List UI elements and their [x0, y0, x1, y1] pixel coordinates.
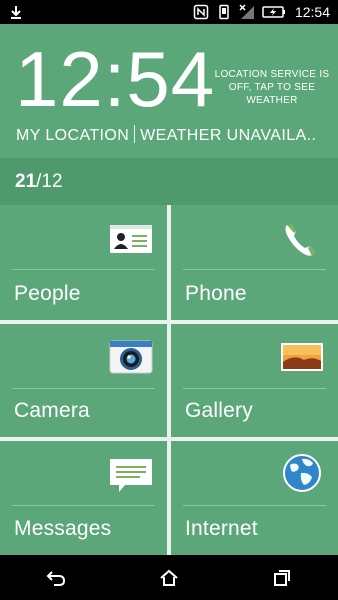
tile-phone[interactable]: Phone — [171, 205, 338, 320]
gallery-icon — [281, 343, 323, 371]
battery-charging-icon — [262, 6, 285, 18]
message-icon — [110, 459, 152, 492]
vibrate-icon — [219, 4, 229, 20]
back-icon — [46, 570, 66, 586]
app-grid: People Phone Camera Gallery Messages Int… — [0, 205, 338, 555]
tile-label: Messages — [14, 517, 112, 540]
tile-label: Camera — [14, 399, 90, 422]
tile-camera[interactable]: Camera — [0, 324, 167, 437]
date-day: 21 — [15, 170, 37, 192]
date-bar: 21/12 — [0, 158, 338, 205]
home-button[interactable] — [139, 555, 199, 600]
home-icon — [160, 569, 178, 586]
tile-divider — [12, 269, 155, 270]
no-signal-icon — [239, 4, 254, 19]
camera-icon — [109, 340, 153, 374]
location-weather-line[interactable]: MY LOCATION WEATHER UNAVAILA.. — [16, 125, 326, 145]
navigation-bar — [0, 555, 338, 600]
tile-gallery[interactable]: Gallery — [171, 324, 338, 437]
tile-divider — [12, 388, 155, 389]
tile-divider — [12, 505, 155, 506]
status-bar: 12:54 — [0, 0, 338, 24]
globe-icon — [283, 454, 321, 492]
tile-divider — [183, 388, 326, 389]
recents-button[interactable] — [252, 555, 312, 600]
clock-display: 12:54 — [15, 35, 216, 123]
location-service-message[interactable]: LOCATION SERVICE IS OFF, TAP TO SEE WEAT… — [212, 68, 332, 107]
phone-icon — [285, 224, 315, 256]
recents-icon — [273, 569, 290, 586]
location-separator — [134, 125, 136, 143]
tile-people[interactable]: People — [0, 205, 167, 320]
back-button[interactable] — [26, 555, 86, 600]
tile-internet[interactable]: Internet — [171, 441, 338, 555]
contact-card-icon — [110, 225, 152, 253]
clock-weather-widget[interactable]: 12:54 LOCATION SERVICE IS OFF, TAP TO SE… — [0, 24, 338, 158]
date-month: /12 — [36, 170, 63, 192]
tile-messages[interactable]: Messages — [0, 441, 167, 555]
tile-divider — [183, 269, 326, 270]
status-time: 12:54 — [294, 4, 330, 20]
tile-label: Gallery — [185, 399, 253, 422]
nfc-icon — [193, 4, 209, 20]
tile-label: Phone — [185, 282, 247, 305]
tile-label: People — [14, 282, 81, 305]
weather-label: WEATHER UNAVAILA.. — [140, 127, 317, 144]
download-icon — [11, 6, 21, 19]
tile-label: Internet — [185, 517, 258, 540]
location-label: MY LOCATION — [16, 127, 130, 144]
tile-divider — [183, 505, 326, 506]
